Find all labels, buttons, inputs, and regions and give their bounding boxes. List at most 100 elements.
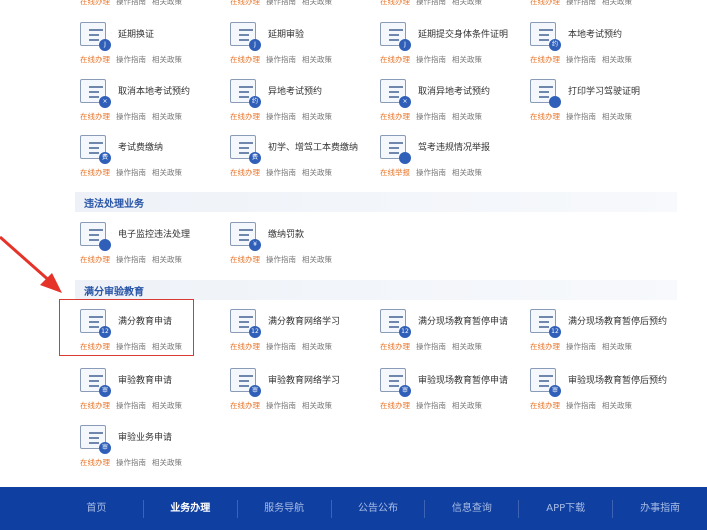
guide-link[interactable]: 操作指南 <box>416 112 446 121</box>
service-item[interactable]: 驾考违规情况举报 在线举报 操作指南 相关政策 <box>380 135 530 185</box>
policy-link[interactable]: 相关政策 <box>452 401 482 410</box>
service-item[interactable]: 电子监控违法处理 在线办理 操作指南 相关政策 <box>80 222 230 272</box>
service-item[interactable]: × 取消异地考试预约 在线办理 操作指南 相关政策 <box>380 79 530 129</box>
guide-link[interactable]: 操作指南 <box>566 401 596 410</box>
guide-link[interactable]: 操作指南 <box>416 342 446 351</box>
online-link[interactable]: 在线办理 <box>530 55 560 64</box>
guide-link[interactable]: 操作指南 <box>266 255 296 264</box>
online-link[interactable]: 在线办理 <box>80 458 110 467</box>
service-title[interactable]: 审验教育申请 <box>118 373 172 386</box>
footer-nav-item[interactable]: 公告公布 <box>332 499 426 518</box>
guide-link[interactable]: 操作指南 <box>116 55 146 64</box>
policy-link[interactable]: 相关政策 <box>152 55 182 64</box>
service-item[interactable]: ¥ 缴纳罚款 在线办理 操作指南 相关政策 <box>230 222 380 272</box>
service-title[interactable]: 延期提交身体条件证明 <box>418 27 508 40</box>
guide-link[interactable]: 操作指南 <box>566 342 596 351</box>
service-title[interactable]: 异地考试预约 <box>268 84 322 97</box>
policy-link[interactable]: 相关政策 <box>152 401 182 410</box>
service-title[interactable]: 取消异地考试预约 <box>418 84 490 97</box>
service-item[interactable]: 审审验现场教育暂停后预约 在线办理 操作指南 相关政策 <box>530 368 680 418</box>
guide-link[interactable]: 操作指南 <box>116 458 146 467</box>
footer-nav-item[interactable]: 业务办理 <box>144 499 238 518</box>
guide-link[interactable]: 操作指南 <box>116 168 146 177</box>
online-link[interactable]: 在线办理 <box>380 342 410 351</box>
online-link[interactable]: 在线办理 <box>80 168 110 177</box>
online-link[interactable]: 在线办理 <box>230 0 260 6</box>
guide-link[interactable]: 操作指南 <box>116 401 146 410</box>
guide-link[interactable]: 操作指南 <box>116 0 146 6</box>
service-title[interactable]: 本地考试预约 <box>568 27 622 40</box>
service-item[interactable]: J 延期审验 在线办理 操作指南 相关政策 <box>230 22 380 72</box>
guide-link[interactable]: 操作指南 <box>566 0 596 6</box>
service-title[interactable]: 审验业务申请 <box>118 430 172 443</box>
policy-link[interactable]: 相关政策 <box>302 55 332 64</box>
online-link[interactable]: 在线办理 <box>230 168 260 177</box>
policy-link[interactable]: 相关政策 <box>602 401 632 410</box>
service-title[interactable]: 打印学习驾驶证明 <box>568 84 640 97</box>
guide-link[interactable]: 操作指南 <box>416 401 446 410</box>
guide-link[interactable]: 操作指南 <box>416 55 446 64</box>
service-title[interactable]: 审验现场教育暂停申请 <box>418 373 508 386</box>
service-title[interactable]: 考试费缴纳 <box>118 140 163 153</box>
policy-link[interactable]: 相关政策 <box>152 255 182 264</box>
policy-link[interactable]: 相关政策 <box>452 342 482 351</box>
service-item-partial[interactable]: 在线办理 操作指南 相关政策 <box>230 0 380 14</box>
guide-link[interactable]: 操作指南 <box>116 112 146 121</box>
online-link[interactable]: 在线办理 <box>80 0 110 6</box>
online-link[interactable]: 在线办理 <box>530 0 560 6</box>
service-item[interactable]: 审审验教育申请 在线办理 操作指南 相关政策 <box>80 368 230 418</box>
service-title[interactable]: 审验现场教育暂停后预约 <box>568 373 667 386</box>
service-title[interactable]: 延期审验 <box>268 27 304 40</box>
service-title[interactable]: 满分教育网络学习 <box>268 314 340 327</box>
policy-link[interactable]: 相关政策 <box>152 112 182 121</box>
policy-link[interactable]: 相关政策 <box>452 0 482 6</box>
policy-link[interactable]: 相关政策 <box>152 168 182 177</box>
online-link[interactable]: 在线办理 <box>230 112 260 121</box>
service-title[interactable]: 驾考违规情况举报 <box>418 140 490 153</box>
online-link[interactable]: 在线办理 <box>530 342 560 351</box>
policy-link[interactable]: 相关政策 <box>302 255 332 264</box>
guide-link[interactable]: 操作指南 <box>266 168 296 177</box>
service-item[interactable]: 审审验现场教育暂停申请 在线办理 操作指南 相关政策 <box>380 368 530 418</box>
service-title[interactable]: 取消本地考试预约 <box>118 84 190 97</box>
policy-link[interactable]: 相关政策 <box>302 401 332 410</box>
service-item[interactable]: 12 满分教育网络学习 在线办理 操作指南 相关政策 <box>230 309 380 359</box>
online-link[interactable]: 在线办理 <box>530 112 560 121</box>
service-item-partial[interactable]: 在线办理 操作指南 相关政策 <box>380 0 530 14</box>
service-title[interactable]: 初学、增驾工本费缴纳 <box>268 140 358 153</box>
service-title[interactable]: 审验教育网络学习 <box>268 373 340 386</box>
guide-link[interactable]: 操作指南 <box>416 168 446 177</box>
policy-link[interactable]: 相关政策 <box>602 55 632 64</box>
footer-nav-item[interactable]: 办事指南 <box>613 500 707 518</box>
online-link[interactable]: 在线办理 <box>380 0 410 6</box>
service-item[interactable]: J 延期换证 在线办理 操作指南 相关政策 <box>80 22 230 72</box>
guide-link[interactable]: 操作指南 <box>266 401 296 410</box>
guide-link[interactable]: 操作指南 <box>266 342 296 351</box>
online-link[interactable]: 在线办理 <box>80 401 110 410</box>
policy-link[interactable]: 相关政策 <box>602 0 632 6</box>
service-item[interactable]: 费初学、增驾工本费缴纳 在线办理 操作指南 相关政策 <box>230 135 380 185</box>
policy-link[interactable]: 相关政策 <box>302 168 332 177</box>
service-title[interactable]: 电子监控违法处理 <box>118 227 190 240</box>
policy-link[interactable]: 相关政策 <box>302 0 332 6</box>
policy-link[interactable]: 相关政策 <box>302 342 332 351</box>
online-link[interactable]: 在线办理 <box>380 112 410 121</box>
online-link[interactable]: 在线办理 <box>530 401 560 410</box>
online-link[interactable]: 在线办理 <box>230 401 260 410</box>
online-link[interactable]: 在线办理 <box>230 255 260 264</box>
footer-nav-item[interactable]: 首页 <box>50 499 144 518</box>
service-item-partial[interactable]: 在线办理 操作指南 相关政策 <box>530 0 680 14</box>
footer-nav-item[interactable]: 服务导航 <box>238 499 332 518</box>
online-link[interactable]: 在线办理 <box>80 55 110 64</box>
footer-nav-item[interactable]: APP下载 <box>519 499 614 518</box>
policy-link[interactable]: 相关政策 <box>602 342 632 351</box>
online-link[interactable]: 在线办理 <box>380 401 410 410</box>
service-title[interactable]: 延期换证 <box>118 27 154 40</box>
guide-link[interactable]: 操作指南 <box>416 0 446 6</box>
service-item[interactable]: × 取消本地考试预约 在线办理 操作指南 相关政策 <box>80 79 230 129</box>
service-item-partial[interactable]: 在线办理 操作指南 相关政策 <box>80 0 230 14</box>
guide-link[interactable]: 操作指南 <box>266 112 296 121</box>
policy-link[interactable]: 相关政策 <box>452 112 482 121</box>
online-link[interactable]: 在线办理 <box>230 55 260 64</box>
guide-link[interactable]: 操作指南 <box>566 55 596 64</box>
